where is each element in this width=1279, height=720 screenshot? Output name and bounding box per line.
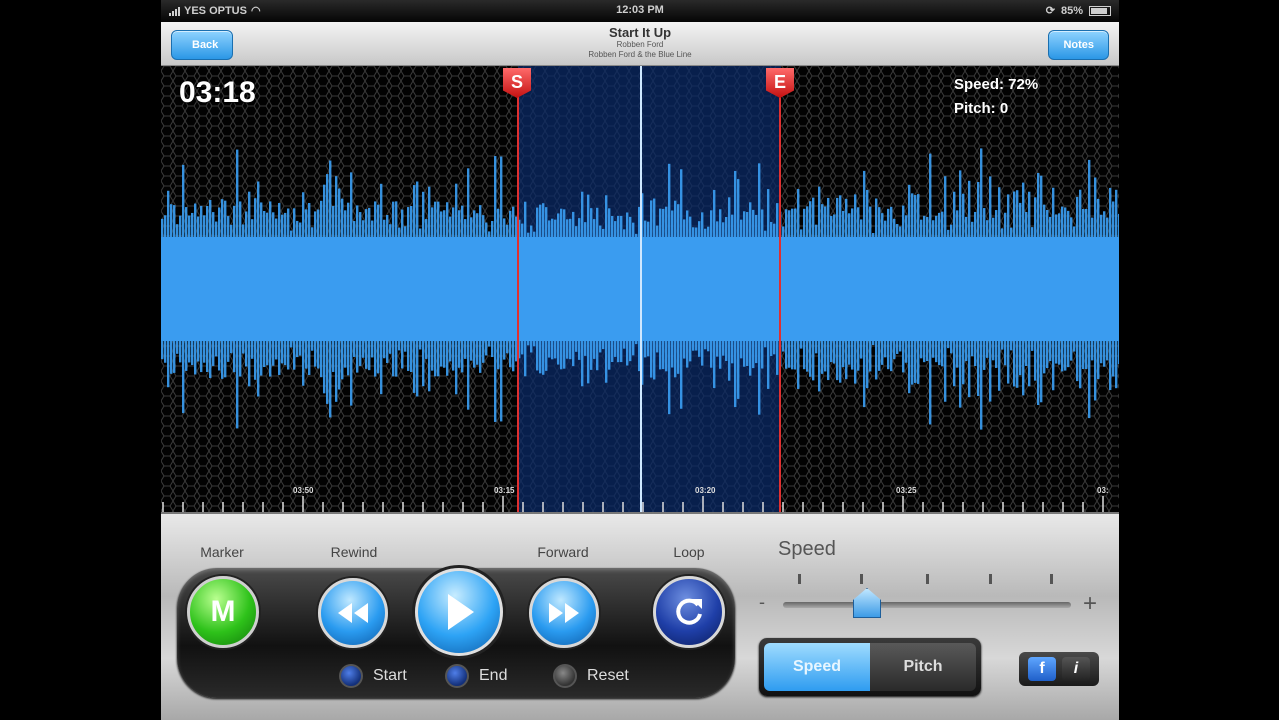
marker-button[interactable]: M [187,576,259,648]
tick-label: 03:25 [896,486,917,495]
start-label: Start [373,667,407,684]
waveform-graphic [161,66,1119,512]
status-time: 12:03 PM [616,4,664,16]
forward-label: Forward [537,544,589,560]
fast-forward-icon [549,603,579,623]
tick-label: 03: [1097,486,1109,495]
reset-option[interactable]: Reset [553,664,629,688]
slider-tick [926,574,929,584]
control-panel: Marker Rewind Forward Loop M Start End R… [161,512,1119,720]
slider-minus: - [759,592,765,612]
tick-label: 03:50 [293,486,314,495]
battery-icon [1089,5,1111,16]
share-box: f i [1019,652,1099,686]
slider-tick [860,574,863,584]
pitch-mode-button[interactable]: Pitch [870,643,976,691]
end-indicator-icon [445,664,469,688]
facebook-icon[interactable]: f [1028,657,1056,681]
tick-label: 03:20 [695,486,716,495]
track-title: Start It Up [608,25,672,40]
reset-label: Reset [587,667,629,684]
waveform-view[interactable]: 03:18 Speed: 72% Pitch: 0 S E 03:50 03:1… [161,66,1119,512]
battery-group: ⟳ 85% [1046,4,1111,17]
start-indicator-icon [339,664,363,688]
lock-rotation-icon: ⟳ [1045,5,1055,17]
slider-tick [1050,574,1053,584]
loop-label: Loop [673,544,705,560]
start-option[interactable]: Start [339,664,407,688]
rewind-button[interactable] [318,578,388,648]
loop-button[interactable] [653,576,725,648]
battery-percent: 85% [1060,4,1083,17]
app-screen: YES OPTUS ◠ 12:03 PM ⟳ 85% Back Start It… [161,0,1119,720]
play-button[interactable] [415,568,503,656]
nav-bar: Back Start It Up Robben Ford Robben Ford… [161,22,1119,66]
speed-slider-track[interactable] [783,602,1071,608]
tick-label: 03:15 [494,486,515,495]
track-info: Start It Up Robben Ford Robben Ford & th… [161,25,1119,60]
pitch-readout: Pitch: 0 [954,100,1009,117]
speed-readout: Speed: 72% [954,76,1039,93]
rewind-icon [338,603,368,623]
loop-icon [676,598,702,625]
notes-button[interactable]: Notes [1048,30,1109,60]
end-label: End [479,667,508,684]
info-icon[interactable]: i [1062,657,1090,681]
speed-title: Speed [778,538,836,560]
forward-button[interactable] [529,578,599,648]
speed-mode-button[interactable]: Speed [764,643,870,691]
track-artist: Robben Ford [616,40,664,49]
slider-plus: + [1083,590,1098,617]
mode-toggle: Speed Pitch [759,638,981,696]
track-album: Robben Ford & the Blue Line [588,50,692,59]
speed-slider-thumb[interactable] [853,588,881,618]
slider-tick [989,574,992,584]
slider-tick [798,574,801,584]
reset-indicator-icon [553,664,577,688]
play-icon [448,594,474,630]
rewind-label: Rewind [330,544,378,560]
status-bar: YES OPTUS ◠ 12:03 PM ⟳ 85% [161,0,1119,22]
marker-label: Marker [200,544,244,560]
current-time: 03:18 [179,76,256,109]
end-option[interactable]: End [445,664,507,688]
